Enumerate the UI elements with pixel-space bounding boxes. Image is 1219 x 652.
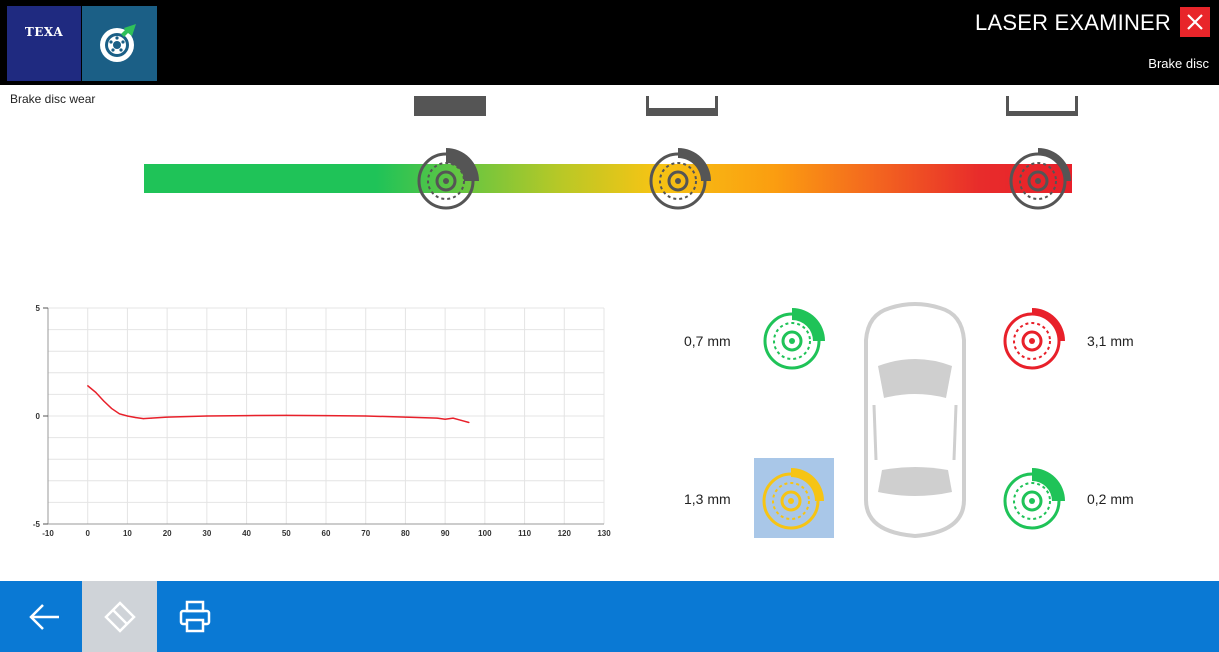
x-tick-label: 10 (123, 529, 132, 538)
data-point (436, 417, 438, 419)
bottom-toolbar (0, 581, 1219, 652)
back-button[interactable] (7, 581, 82, 652)
data-point (166, 416, 168, 418)
disc-wear-icon-heavy (1009, 148, 1071, 210)
data-point (134, 416, 136, 419)
wear-value-rear-left: 1,3 mm (684, 491, 731, 507)
data-point (142, 417, 144, 420)
y-tick-label: 0 (36, 412, 41, 421)
wear-gradient-bar (144, 164, 1072, 193)
wheel-rear-left[interactable] (754, 458, 834, 538)
x-tick-label: 120 (558, 529, 572, 538)
data-point (404, 416, 407, 418)
car-top-view-icon (864, 302, 966, 539)
wear-value-rear-right: 0,2 mm (1087, 491, 1134, 507)
back-arrow-icon (29, 604, 59, 630)
disc-wear-icon-light (417, 148, 479, 210)
data-point (150, 417, 152, 419)
data-point (103, 400, 105, 402)
data-point (110, 407, 113, 410)
data-point (206, 415, 208, 417)
x-tick-label: 0 (85, 529, 90, 538)
app-title: LASER EXAMINER (975, 10, 1171, 35)
wheel-rear-right[interactable] (995, 458, 1075, 538)
wear-value-front-left: 0,7 mm (684, 333, 731, 349)
logo-text: TEXA (24, 25, 64, 39)
close-button[interactable] (1180, 7, 1210, 37)
data-point (126, 415, 129, 417)
app-icon[interactable] (82, 6, 157, 81)
page-subtitle: Brake disc (1148, 56, 1209, 71)
brake-disc-icon-front-left (763, 308, 825, 370)
wheel-front-left[interactable] (755, 298, 835, 378)
close-icon (1187, 14, 1203, 30)
erase-button[interactable] (82, 581, 157, 652)
disc-thickness-bracket-light (414, 96, 486, 116)
data-point (95, 391, 97, 393)
disc-profile-chart: -10 0 10 20 30 40 50 60 70 80 90 100 110 120 13050-5 (33, 304, 611, 538)
texa-logo: TEXA (7, 6, 81, 81)
brake-disc-icon-rear-right (1003, 468, 1065, 530)
print-button[interactable] (157, 581, 232, 652)
x-tick-label: 40 (242, 529, 251, 538)
disc-thickness-bracket-heavy (1006, 96, 1078, 116)
header-bar: TEXA LASER EXAMINER Brake disc (0, 0, 1219, 85)
y-tick-label: -5 (33, 520, 41, 529)
disc-thickness-bracket-medium (646, 96, 718, 116)
data-point (325, 414, 327, 417)
brake-disc-icon-front-right (1003, 308, 1065, 370)
x-tick-label: 90 (441, 529, 450, 538)
x-tick-label: 20 (163, 529, 172, 538)
disc-wear-icon-medium (649, 148, 711, 210)
x-tick-label: 60 (322, 529, 331, 538)
eraser-icon (104, 601, 136, 633)
data-point (468, 421, 470, 424)
app-window: TEXA LASER EXAMINER Brake disc Brake dis… (0, 0, 1219, 652)
print-icon (179, 600, 211, 633)
wear-value-front-right: 3,1 mm (1087, 333, 1134, 349)
x-tick-label: 50 (282, 529, 291, 538)
brake-disc-app-icon (100, 24, 136, 62)
data-point (245, 414, 248, 417)
x-tick-label: 110 (518, 529, 531, 538)
x-tick-label: 130 (597, 529, 611, 538)
x-tick-label: 100 (478, 529, 492, 538)
data-point (444, 418, 446, 420)
data-point (460, 419, 462, 421)
data-point (118, 413, 121, 415)
data-point (452, 417, 454, 419)
brake-disc-icon-rear-left (762, 468, 824, 530)
data-point (365, 415, 367, 417)
data-series-line (87, 385, 470, 424)
x-tick-label: 30 (202, 529, 211, 538)
x-tick-label: 70 (361, 529, 370, 538)
y-tick-label: 5 (36, 304, 41, 313)
x-tick-label: -10 (42, 529, 54, 538)
data-point (285, 414, 287, 416)
data-point (87, 385, 89, 387)
wheel-front-right[interactable] (995, 298, 1075, 378)
wear-section-label: Brake disc wear (10, 92, 96, 106)
x-tick-label: 80 (401, 529, 410, 538)
